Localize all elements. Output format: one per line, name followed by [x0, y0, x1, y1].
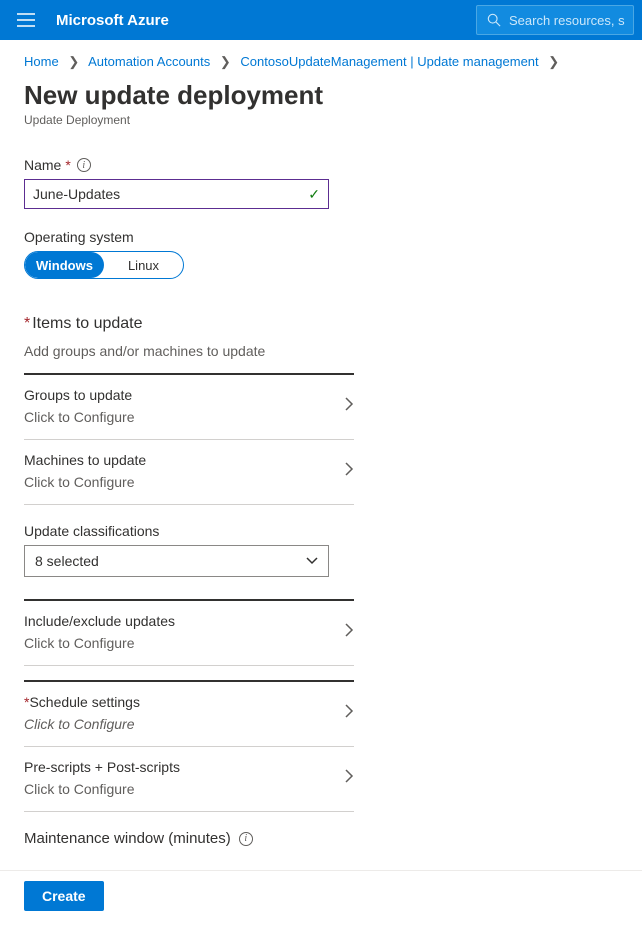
machines-label: Machines to update: [24, 452, 344, 468]
breadcrumb-update-management[interactable]: ContosoUpdateManagement | Update managem…: [240, 54, 538, 69]
breadcrumb-home[interactable]: Home: [24, 54, 59, 69]
items-to-update-heading: *Items to update: [24, 315, 618, 333]
machines-to-update-row[interactable]: Machines to update Click to Configure: [24, 439, 354, 504]
schedule-settings-row[interactable]: *Schedule settings Click to Configure: [24, 680, 354, 746]
classifications-label: Update classifications: [24, 523, 618, 539]
page-subtitle: Update Deployment: [0, 111, 642, 145]
os-toggle: Windows Linux: [24, 251, 184, 279]
items-to-update-subheading: Add groups and/or machines to update: [24, 343, 618, 359]
chevron-right-icon: [344, 622, 354, 643]
scripts-label: Pre-scripts + Post-scripts: [24, 759, 344, 775]
chevron-right-icon: ❯: [220, 54, 231, 70]
name-input[interactable]: June-Updates ✓: [24, 179, 329, 209]
pre-post-scripts-row[interactable]: Pre-scripts + Post-scripts Click to Conf…: [24, 746, 354, 811]
chevron-right-icon: [344, 703, 354, 724]
include-sub: Click to Configure: [24, 635, 344, 651]
check-icon: ✓: [308, 186, 320, 203]
classifications-value: 8 selected: [35, 553, 306, 569]
os-option-linux[interactable]: Linux: [104, 252, 183, 278]
chevron-right-icon: [344, 768, 354, 789]
name-label: Name: [24, 157, 61, 173]
chevron-right-icon: [344, 461, 354, 482]
maintenance-window-label: Maintenance window (minutes): [24, 830, 231, 847]
chevron-down-icon: [306, 557, 318, 565]
include-label: Include/exclude updates: [24, 613, 344, 629]
os-option-windows[interactable]: Windows: [25, 252, 104, 278]
product-name: Microsoft Azure: [56, 12, 169, 29]
page-title: New update deployment: [0, 74, 642, 111]
hamburger-menu[interactable]: [8, 0, 44, 40]
breadcrumb: Home ❯ Automation Accounts ❯ ContosoUpda…: [0, 40, 642, 74]
global-search-input[interactable]: Search resources, s: [476, 5, 634, 35]
groups-label: Groups to update: [24, 387, 344, 403]
create-button[interactable]: Create: [24, 881, 104, 911]
os-label: Operating system: [24, 229, 618, 245]
info-icon[interactable]: i: [239, 832, 253, 846]
name-input-value: June-Updates: [33, 186, 308, 202]
search-placeholder: Search resources, s: [509, 13, 625, 28]
schedule-sub: Click to Configure: [24, 716, 344, 732]
chevron-right-icon: ❯: [68, 54, 79, 70]
groups-to-update-row[interactable]: Groups to update Click to Configure: [24, 373, 354, 439]
required-indicator: *: [65, 157, 70, 173]
breadcrumb-automation-accounts[interactable]: Automation Accounts: [88, 54, 210, 69]
info-icon[interactable]: i: [77, 158, 91, 172]
machines-sub: Click to Configure: [24, 474, 344, 490]
schedule-label: *Schedule settings: [24, 694, 344, 710]
chevron-right-icon: ❯: [548, 54, 559, 70]
classifications-select[interactable]: 8 selected: [24, 545, 329, 577]
chevron-right-icon: [344, 396, 354, 417]
scripts-sub: Click to Configure: [24, 781, 344, 797]
include-exclude-row[interactable]: Include/exclude updates Click to Configu…: [24, 599, 354, 665]
groups-sub: Click to Configure: [24, 409, 344, 425]
search-icon: [487, 13, 501, 27]
